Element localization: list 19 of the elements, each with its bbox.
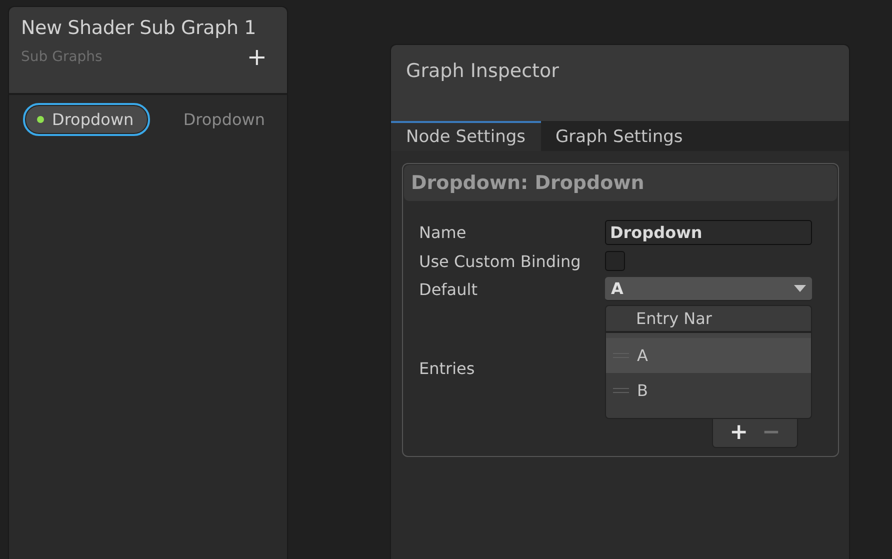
field-label: Name (419, 223, 468, 242)
blackboard-title: New Shader Sub Graph 1 (21, 17, 258, 39)
field-label: Default (419, 280, 478, 298)
select-field[interactable]: A (605, 277, 812, 301)
property-type: Dropdown (183, 110, 266, 129)
checkbox[interactable] (605, 251, 625, 271)
field-label: Use Custom Binding (419, 252, 582, 270)
drag-handle-icon[interactable] (613, 388, 629, 393)
add-button[interactable]: + (238, 45, 275, 69)
caret-icon (794, 285, 806, 292)
property-name: Dropdown (52, 110, 134, 129)
add-entry-button[interactable]: + (730, 422, 748, 444)
tab[interactable]: Node Settings (391, 121, 540, 151)
list-row[interactable]: A (606, 338, 811, 373)
property-pill[interactable]: Dropdown (23, 103, 150, 136)
name-field[interactable]: Dropdown (605, 220, 812, 245)
section-title: Dropdown: Dropdown (404, 165, 837, 201)
inspector-title: Graph Inspector (391, 45, 849, 121)
field-label: Entries (419, 359, 476, 378)
